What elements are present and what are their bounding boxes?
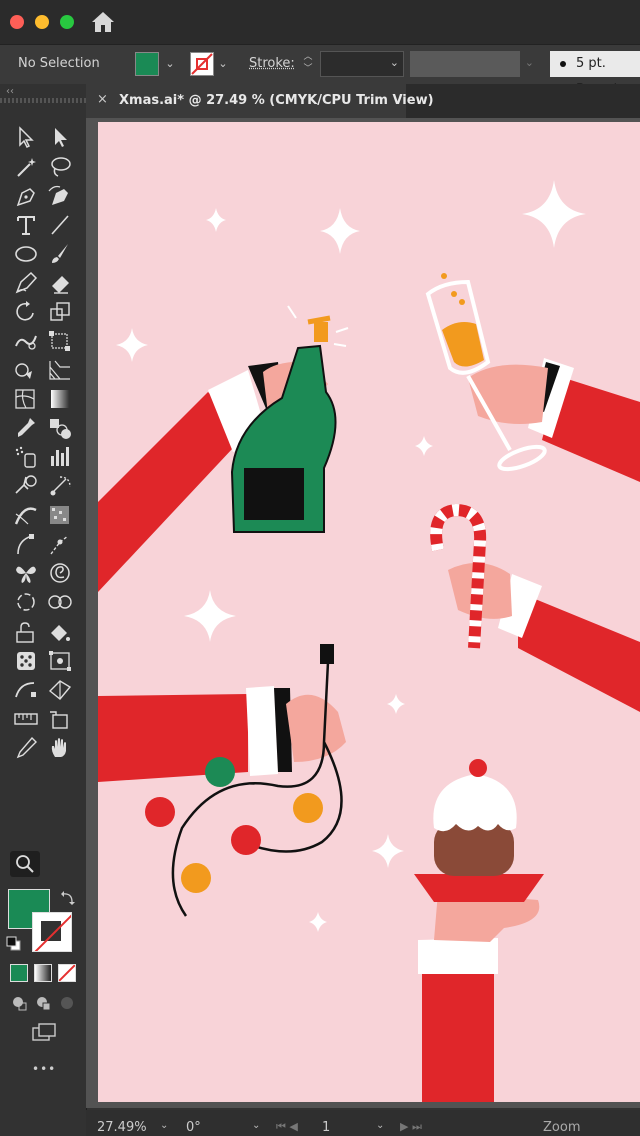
curvature-tool-icon[interactable] (46, 183, 74, 209)
artboard[interactable] (98, 122, 640, 1102)
slice-tool-icon[interactable] (46, 473, 74, 499)
fill-swatch[interactable] (135, 52, 159, 76)
home-icon[interactable] (90, 10, 116, 34)
magnifier-icon (16, 855, 34, 873)
pen-tool-icon[interactable] (12, 183, 40, 209)
line-segment-tool-icon[interactable] (46, 212, 74, 238)
artboard-tool-icon[interactable] (12, 473, 40, 499)
perspective-grid-tool-icon[interactable] (46, 357, 74, 383)
stroke-label[interactable]: Stroke: (249, 56, 295, 71)
current-tool-name: Zoom (543, 1120, 581, 1135)
zoom-tool-selected[interactable] (10, 851, 40, 877)
fill-dropdown-chevron-icon[interactable]: ⌄ (161, 52, 179, 76)
eraser-tool-icon[interactable] (46, 270, 74, 296)
paintbrush-tool-icon[interactable] (46, 241, 74, 267)
stroke-swatch[interactable] (190, 52, 214, 76)
zoom-level[interactable]: 27.49% (97, 1120, 147, 1135)
stroke-color-box[interactable] (32, 912, 72, 952)
crop-image-tool-icon[interactable] (46, 648, 74, 674)
document-tab[interactable]: × Xmas.ai* @ 27.49 % (CMYK/CPU Trim View… (86, 84, 434, 118)
panel-grip[interactable] (0, 98, 86, 103)
dice-tool-icon[interactable] (12, 648, 40, 674)
blend-tool-icon[interactable] (46, 415, 74, 441)
direct-selection-tool-icon[interactable] (46, 124, 74, 150)
chevron-down-icon[interactable]: ⌄ (390, 56, 399, 69)
shape-builder-tool-icon[interactable] (46, 589, 74, 615)
selection-tool-icon[interactable] (12, 124, 40, 150)
zoom-window-button[interactable] (60, 15, 74, 29)
ellipse-tool-icon[interactable] (12, 241, 40, 267)
puppet-warp-tool-icon[interactable] (12, 357, 40, 383)
hand-tool-icon[interactable] (46, 735, 74, 761)
free-transform-tool-icon[interactable] (46, 328, 74, 354)
gradient-tool-icon[interactable] (46, 386, 74, 412)
zoom-chevron-down-icon[interactable]: ⌄ (160, 1120, 168, 1131)
draw-normal-icon[interactable] (10, 994, 28, 1012)
star-tool-icon[interactable] (12, 589, 40, 615)
warp-tool-icon[interactable] (12, 328, 40, 354)
tools-panel: ‹‹ ••• (0, 84, 87, 1136)
first-artboard-icon[interactable]: ⏮ ◀ (276, 1120, 298, 1134)
butterfly-tool-icon[interactable] (12, 560, 40, 586)
shaper-tool-icon[interactable] (12, 270, 40, 296)
eyedropper-tool-icon[interactable] (12, 415, 40, 441)
stroke-weight-input[interactable]: ⌄ (320, 51, 404, 77)
gradient-mode-button[interactable] (34, 964, 52, 982)
pencil-tool-icon[interactable] (12, 735, 40, 761)
mesh-tool-icon[interactable] (12, 386, 40, 412)
anchor-point-tool-icon[interactable] (12, 532, 40, 558)
draw-inside-icon[interactable] (58, 994, 76, 1012)
canvas-area[interactable] (86, 118, 640, 1108)
document-tab-title: Xmas.ai* @ 27.49 % (CMYK/CPU Trim View) (119, 93, 434, 108)
rotate-tool-icon[interactable] (12, 299, 40, 325)
live-paint-selection-icon[interactable] (12, 619, 40, 645)
reshape-tool-icon[interactable] (12, 677, 40, 703)
swap-fill-stroke-icon[interactable] (60, 890, 76, 906)
close-tab-icon[interactable]: × (97, 92, 108, 107)
edit-toolbar-more-icon[interactable]: ••• (32, 1062, 56, 1076)
variable-width-profile[interactable]: ⌄ (410, 51, 534, 77)
measure-tool-icon[interactable] (12, 706, 40, 732)
stroke-weight-stepper[interactable]: ︿ ﹀ (298, 51, 318, 77)
color-mode-button[interactable] (10, 964, 28, 982)
close-window-button[interactable] (10, 15, 24, 29)
rotation-value[interactable]: 0° (186, 1120, 201, 1135)
column-graph-tool-icon[interactable] (46, 444, 74, 470)
collapse-panel-icon[interactable]: ‹‹ (6, 86, 14, 97)
next-artboard-icon[interactable]: ▶ ⏭ (400, 1120, 422, 1134)
magic-wand-tool-icon[interactable] (12, 154, 40, 180)
scale-tool-icon[interactable] (46, 299, 74, 325)
none-mode-button[interactable] (58, 964, 76, 982)
stroke-dropdown-chevron-icon[interactable]: ⌄ (214, 52, 232, 76)
width-tool-icon[interactable] (12, 502, 40, 528)
artboard-number[interactable]: 1 (322, 1120, 330, 1135)
status-bar: 27.49% ⌄ 0° ⌄ ⏮ ◀ 1 ⌄ ▶ ⏭ Zoom (86, 1110, 640, 1136)
chevron-down-icon[interactable]: ⌄ (525, 56, 534, 69)
default-fill-stroke-icon[interactable] (6, 936, 22, 952)
lasso-tool-icon[interactable] (46, 154, 74, 180)
artboard-chevron-down-icon[interactable]: ⌄ (376, 1120, 384, 1131)
change-screen-mode-icon[interactable] (30, 1022, 58, 1044)
perspective-selection-tool-icon[interactable] (46, 677, 74, 703)
type-tool-icon[interactable] (12, 212, 40, 238)
symbol-sprayer-tool-icon[interactable] (12, 444, 40, 470)
rectangle-crop-tool-icon[interactable] (46, 706, 74, 732)
title-bar (0, 0, 640, 44)
brush-definition-dropdown[interactable]: 5 pt. Round (550, 51, 640, 97)
minimize-window-button[interactable] (35, 15, 49, 29)
rotation-chevron-down-icon[interactable]: ⌄ (252, 1120, 260, 1131)
spiral-tool-icon[interactable] (46, 560, 74, 586)
live-paint-bucket-icon[interactable] (46, 619, 74, 645)
draw-behind-icon[interactable] (34, 994, 52, 1012)
document-tab-bar: × Xmas.ai* @ 27.49 % (CMYK/CPU Trim View… (86, 84, 640, 118)
join-tool-icon[interactable] (46, 532, 74, 558)
control-bar: No Selection ⌄ ⌄ Stroke: ︿﹀ ⌄ ⌄ 5 pt. Ro… (0, 44, 640, 97)
noise-tool-icon[interactable] (46, 502, 74, 528)
selection-status: No Selection (18, 56, 100, 71)
